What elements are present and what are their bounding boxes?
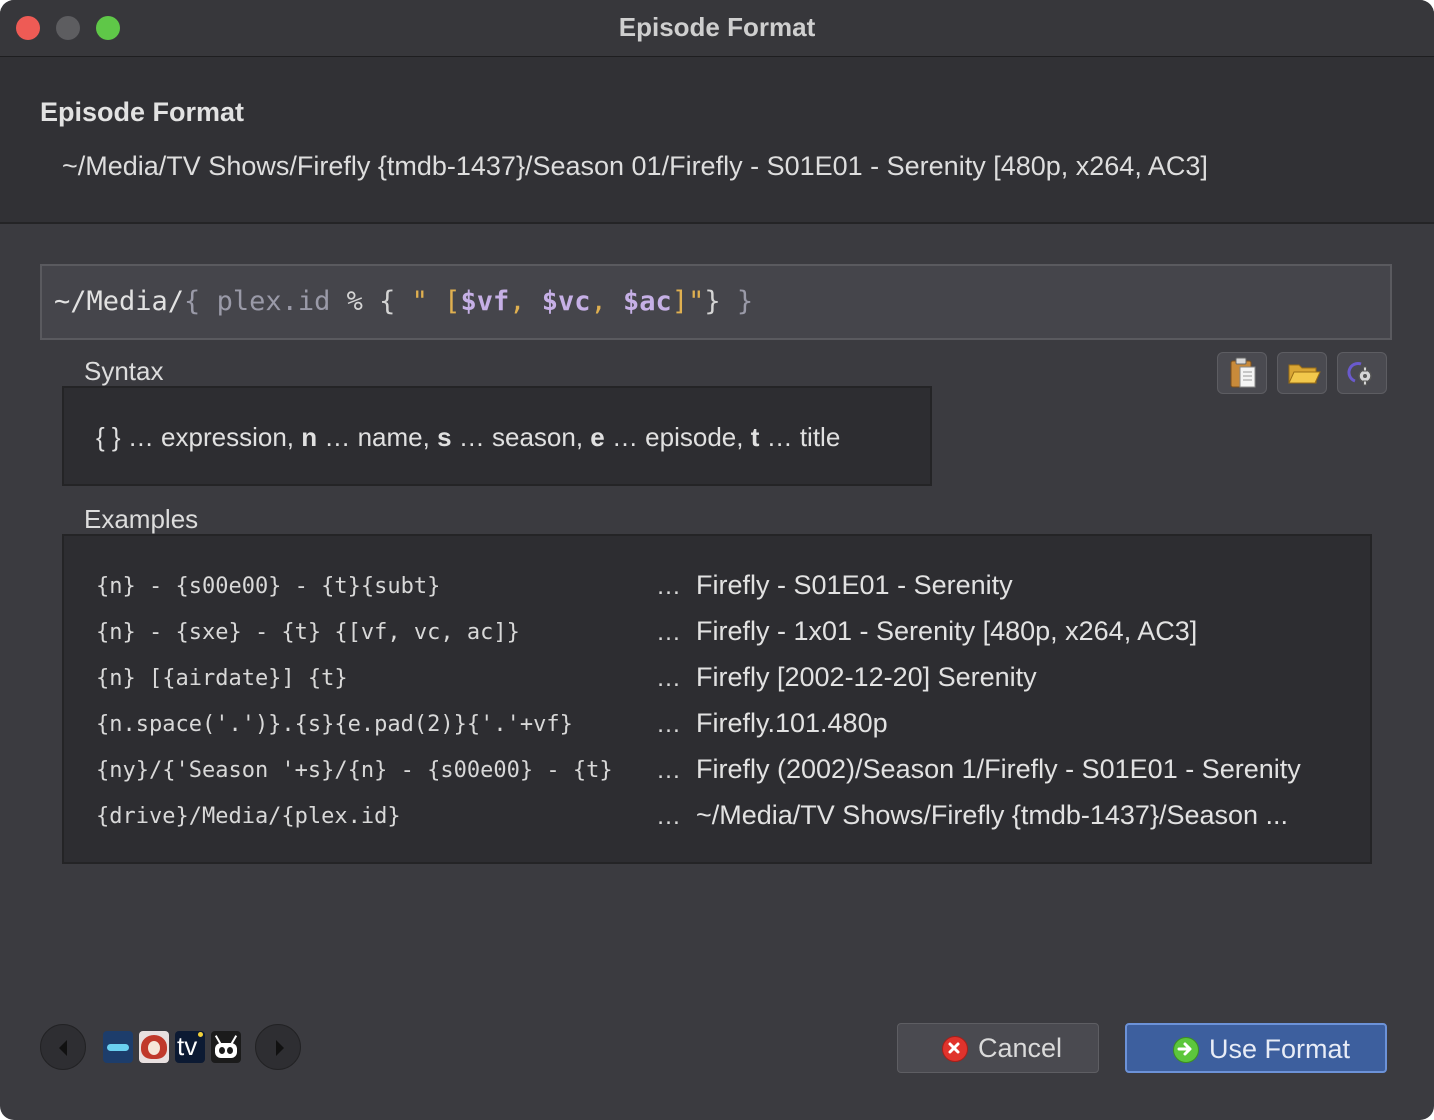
format-var-vc: $vc xyxy=(541,286,591,317)
example-code: {drive}/Media/{plex.id} xyxy=(96,804,401,829)
example-row[interactable]: {ny}/{'Season '+s}/{n} - {s00e00} - {t} … xyxy=(64,754,1364,794)
clipboard-icon xyxy=(1230,357,1256,388)
format-inner-close: } xyxy=(704,286,737,317)
tvdb-icon[interactable] xyxy=(103,1031,133,1063)
use-format-button[interactable]: Use Format xyxy=(1125,1023,1387,1073)
format-brace-open: { xyxy=(184,286,201,317)
example-dots: … xyxy=(656,802,681,830)
example-result: Firefly (2002)/Season 1/Firefly - S01E01… xyxy=(696,754,1301,784)
script-button[interactable] xyxy=(1337,352,1387,394)
syntax-s-desc: … season, xyxy=(451,422,591,452)
format-var-ac: $ac xyxy=(623,286,672,317)
example-row[interactable]: {n} - {sxe} - {t} {[vf, vc, ac]} … Firef… xyxy=(64,616,1364,656)
episode-format-window: Episode Format Episode Format ~/Media/TV… xyxy=(0,0,1434,1120)
anidb-icon[interactable] xyxy=(139,1031,169,1063)
trakt-icon[interactable] xyxy=(211,1031,241,1063)
syntax-t-desc: … title xyxy=(759,422,841,452)
header-panel: Episode Format ~/Media/TV Shows/Firefly … xyxy=(0,57,1434,224)
title-bar: Episode Format xyxy=(0,0,1434,57)
use-format-label: Use Format xyxy=(1209,1034,1351,1064)
tvmaze-glyph: tv xyxy=(177,1031,198,1061)
format-expression: plex.id xyxy=(200,286,347,317)
window-title: Episode Format xyxy=(618,12,816,42)
format-brace-close: } xyxy=(736,286,754,317)
format-operator: % xyxy=(346,286,363,317)
syntax-key-s: s xyxy=(437,422,452,452)
arrow-right-icon xyxy=(1173,1037,1199,1063)
format-inner-open: { xyxy=(362,286,412,317)
example-dots: … xyxy=(656,710,681,738)
example-result: Firefly.101.480p xyxy=(696,708,888,738)
syntax-key-e: e xyxy=(590,422,605,452)
examples-label: Examples xyxy=(84,504,199,534)
example-row[interactable]: {n} - {s00e00} - {t}{subt} … Firefly - S… xyxy=(64,570,1364,610)
examples-box: {n} - {s00e00} - {t}{subt} … Firefly - S… xyxy=(62,534,1372,864)
syntax-box: { } … expression, n … name, s … season, … xyxy=(62,386,932,486)
triangle-left-icon xyxy=(59,1040,67,1056)
header-title: Episode Format xyxy=(40,97,245,127)
example-dots: … xyxy=(656,756,681,784)
example-result: Firefly - 1x01 - Serenity [480p, x264, A… xyxy=(696,616,1198,646)
format-quote-close: ]" xyxy=(671,286,705,317)
example-dots: … xyxy=(656,664,681,692)
example-code: {ny}/{'Season '+s}/{n} - {s00e00} - {t} xyxy=(96,758,613,783)
example-row[interactable]: {n} [{airdate}] {t} … Firefly [2002-12-2… xyxy=(64,662,1364,702)
syntax-key-n: n xyxy=(301,422,318,452)
folder-icon xyxy=(1288,364,1321,384)
example-code: {n} - {s00e00} - {t}{subt} xyxy=(96,574,441,599)
format-expression-input[interactable]: ~/Media/{ plex.id % { " [$vf, $vc, $ac]"… xyxy=(40,264,1392,340)
open-button[interactable] xyxy=(1277,352,1327,394)
tvmaze-icon[interactable]: tv xyxy=(175,1031,205,1063)
syntax-label: Syntax xyxy=(84,356,164,386)
syntax-text: { } … expression, n … name, s … season, … xyxy=(96,422,840,453)
format-var-vf: $vf xyxy=(460,286,510,317)
syntax-expr-desc: … expression, xyxy=(120,422,302,452)
cancel-icon xyxy=(942,1036,968,1062)
example-row[interactable]: {n.space('.')}.{s}{e.pad(2)}{'.'+vf} … F… xyxy=(64,708,1364,748)
cancel-label: Cancel xyxy=(978,1033,1063,1063)
format-path-prefix: ~/Media/ xyxy=(54,286,185,317)
syntax-n-desc: … name, xyxy=(317,422,438,452)
example-result: Firefly [2002-12-20] Serenity xyxy=(696,662,1037,692)
script-gear-icon xyxy=(1347,362,1372,386)
syntax-braces: { } xyxy=(96,422,121,452)
paste-button[interactable] xyxy=(1217,352,1267,394)
example-dots: … xyxy=(656,618,681,646)
triangle-right-icon xyxy=(276,1040,284,1056)
next-datasource-button[interactable] xyxy=(255,1024,301,1070)
preview-path: ~/Media/TV Shows/Firefly {tmdb-1437}/Sea… xyxy=(62,151,1208,181)
previous-datasource-button[interactable] xyxy=(40,1024,86,1070)
cancel-button[interactable]: Cancel xyxy=(897,1023,1099,1073)
example-result: ~/Media/TV Shows/Firefly {tmdb-1437}/Sea… xyxy=(696,800,1289,830)
example-row[interactable]: {drive}/Media/{plex.id} … ~/Media/TV Sho… xyxy=(64,800,1364,840)
example-result: Firefly - S01E01 - Serenity xyxy=(696,570,1013,600)
example-code: {n} - {sxe} - {t} {[vf, vc, ac]} xyxy=(96,620,520,645)
example-code: {n} [{airdate}] {t} xyxy=(96,666,348,691)
format-sep-2: , xyxy=(590,286,624,317)
format-quote-open: " [ xyxy=(411,286,461,317)
format-sep-1: , xyxy=(509,286,542,317)
example-code: {n.space('.')}.{s}{e.pad(2)}{'.'+vf} xyxy=(96,712,573,737)
syntax-e-desc: … episode, xyxy=(604,422,751,452)
example-dots: … xyxy=(656,572,681,600)
